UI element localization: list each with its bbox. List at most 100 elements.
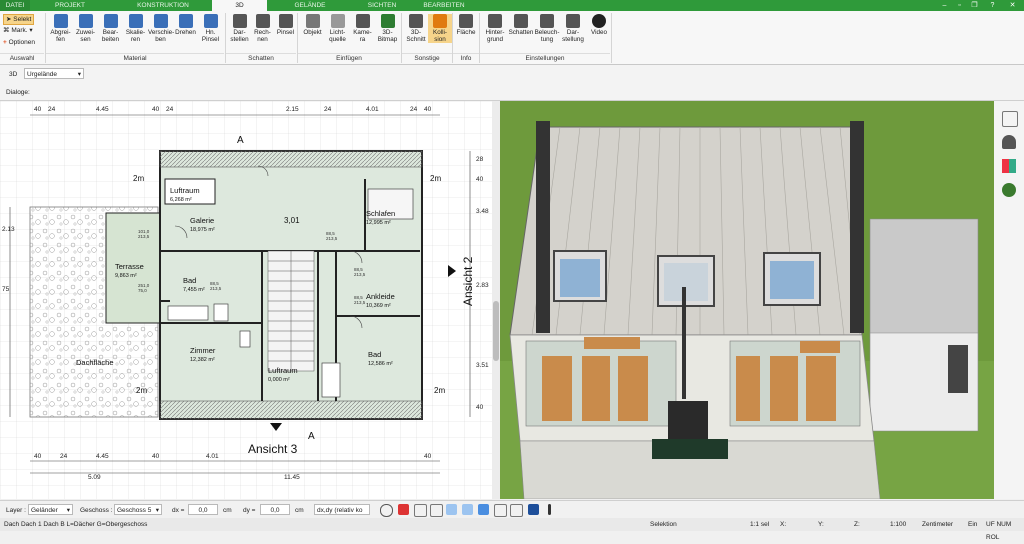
schatten-button-0[interactable]: Dar-stellen — [228, 14, 251, 43]
tab-bearbeiten[interactable]: BEARBEITEN — [414, 0, 474, 11]
floor-plan-canvas[interactable]: 40 24 4.45 40 24 2.15 24 4.01 24 40 40 2… — [0, 101, 492, 499]
einstellungen-button-0[interactable]: Hinter-grund — [482, 14, 508, 43]
status-y: Y: — [818, 521, 824, 528]
clock-icon[interactable] — [380, 504, 393, 517]
eyedropper-icon — [53, 14, 68, 28]
layer-label: Layer : — [6, 507, 26, 514]
material-button-0[interactable]: Abgrei-fen — [48, 14, 73, 43]
einfuegen-button-3[interactable]: 3D- Bitmap — [375, 14, 400, 43]
height-label: 3,01 — [284, 216, 300, 225]
geschoss-select[interactable]: Geschoss 5 ▾ — [114, 504, 162, 515]
tab-projekt[interactable]: PROJEKT — [45, 0, 95, 11]
button-label: ra — [359, 36, 366, 43]
schatten-button-2[interactable]: Pinsel — [274, 14, 297, 36]
dy-input[interactable]: 0,0 — [260, 504, 290, 515]
restore-icon[interactable]: ❐ — [970, 1, 979, 10]
curve-icon[interactable] — [462, 504, 473, 515]
section-marker-a-bottom[interactable]: A — [308, 431, 315, 442]
window-icon[interactable]: ▫ — [955, 1, 964, 10]
tab-3d[interactable]: 3D — [212, 0, 267, 11]
tree-icon — [380, 14, 395, 28]
einfuegen-button-0[interactable]: Objekt — [300, 14, 325, 36]
button-label: Kame- — [353, 29, 372, 36]
dim-bottom: 5.09 — [88, 474, 101, 481]
floor-plan-view[interactable]: 40 24 4.45 40 24 2.15 24 4.01 24 40 40 2… — [0, 101, 492, 499]
einstellungen-button-1[interactable]: Schatten — [508, 14, 534, 36]
tab-konstruktion[interactable]: KONSTRUKTION — [118, 0, 208, 11]
tab-datei[interactable]: DATEI — [0, 0, 30, 11]
tree-icon[interactable] — [1002, 183, 1016, 197]
terrain-select[interactable]: Urgelände ▾ — [24, 68, 84, 79]
material-button-2[interactable]: Bear-beiten — [98, 14, 123, 43]
line-icon[interactable] — [446, 504, 457, 515]
scale-icon — [128, 14, 143, 28]
material-icon[interactable] — [1002, 159, 1016, 173]
dim-top: 24 — [324, 106, 332, 113]
scroll-thumb[interactable] — [493, 301, 499, 361]
room-name: Bad — [368, 350, 381, 359]
coord-mode-select[interactable]: dx,dy (relativ ko — [314, 504, 370, 515]
dx-input[interactable]: 0,0 — [188, 504, 218, 515]
grid-icon[interactable] — [510, 504, 523, 517]
plus-icon: + — [3, 39, 7, 46]
help-icon[interactable]: ? — [988, 1, 997, 10]
sonstige-button-1[interactable]: Kolli-sion — [428, 14, 452, 43]
dim-top: 40 — [424, 106, 432, 113]
schatten-button-1[interactable]: Rech-nen — [251, 14, 274, 43]
material-button-4[interactable]: Verschie-ben — [148, 14, 174, 43]
mark-button[interactable]: ⌘ Mark. ▾ — [3, 26, 33, 35]
room-area: 9,863 m² — [115, 273, 137, 279]
rotate-icon — [178, 14, 193, 28]
level-marker: 2m — [133, 174, 144, 183]
button-label: Rech- — [254, 29, 271, 36]
material-button-1[interactable]: Zuwei-sen — [73, 14, 98, 43]
layer-select[interactable]: Geländer ▾ — [28, 504, 73, 515]
minimize-icon[interactable]: – — [940, 1, 949, 10]
status-scale: 1:1 sel — [750, 521, 770, 528]
grid-snap-icon[interactable] — [430, 504, 443, 517]
material-button-3[interactable]: Skalie-ren — [123, 14, 148, 43]
button-label: Skalie- — [125, 29, 146, 36]
button-label: Video — [591, 29, 607, 36]
room-name: Galerie — [190, 216, 214, 225]
door-dim: 75,0 — [138, 288, 147, 293]
room-name: Luftraum — [268, 366, 298, 375]
brush-icon — [203, 14, 218, 28]
north-icon[interactable] — [528, 504, 539, 515]
einstellungen-button-2[interactable]: Beleuch-tung — [534, 14, 560, 43]
group-auswahl: Auswahl — [0, 53, 44, 64]
3d-scene[interactable] — [500, 101, 994, 499]
view-3d[interactable] — [500, 101, 994, 499]
layers-icon[interactable] — [1002, 111, 1018, 127]
tab-sichten[interactable]: SICHTEN — [352, 0, 412, 11]
einfuegen-button-1[interactable]: Licht-quelle — [325, 14, 350, 43]
plan-scrollbar[interactable] — [492, 101, 500, 499]
material-button-6[interactable]: Hn. Pinsel — [198, 14, 223, 43]
chair-icon[interactable] — [1002, 135, 1016, 149]
einfuegen-button-2[interactable]: Kame-ra — [350, 14, 375, 43]
room-area: 18,975 m² — [190, 227, 215, 233]
einstellungen-button-3[interactable]: Dar-stellung — [560, 14, 586, 43]
close-icon[interactable]: ✕ — [1008, 1, 1017, 10]
selekt-button[interactable]: ➤ Selekt — [3, 14, 35, 25]
layers-toggle-icon[interactable] — [494, 504, 507, 517]
section-marker-a[interactable]: A — [237, 135, 244, 146]
material-button-5[interactable]: Drehen — [173, 14, 198, 36]
plane-icon[interactable] — [478, 504, 489, 515]
record-icon[interactable] — [398, 504, 409, 515]
button-label: grund — [486, 36, 504, 43]
einstellungen-button-4[interactable]: Video — [586, 14, 612, 36]
sonstige-button-0[interactable]: 3D- Schnitt — [404, 14, 428, 43]
tab-gelaende[interactable]: GELÄNDE — [280, 0, 340, 11]
button-label: Beleuch- — [534, 29, 560, 36]
door-dim: 213,5 — [210, 286, 222, 291]
info-button-0[interactable]: Fläche — [455, 14, 477, 36]
dim-right: 28 — [476, 156, 484, 163]
optionen-button[interactable]: + Optionen — [3, 38, 35, 47]
level-marker: 2m — [430, 174, 441, 183]
status-unit: Zentimeter — [922, 521, 954, 528]
status-mode: Selektion — [650, 521, 677, 528]
snap-icon[interactable] — [414, 504, 427, 517]
button-label: sen — [80, 36, 91, 43]
camera-icon — [355, 14, 370, 28]
